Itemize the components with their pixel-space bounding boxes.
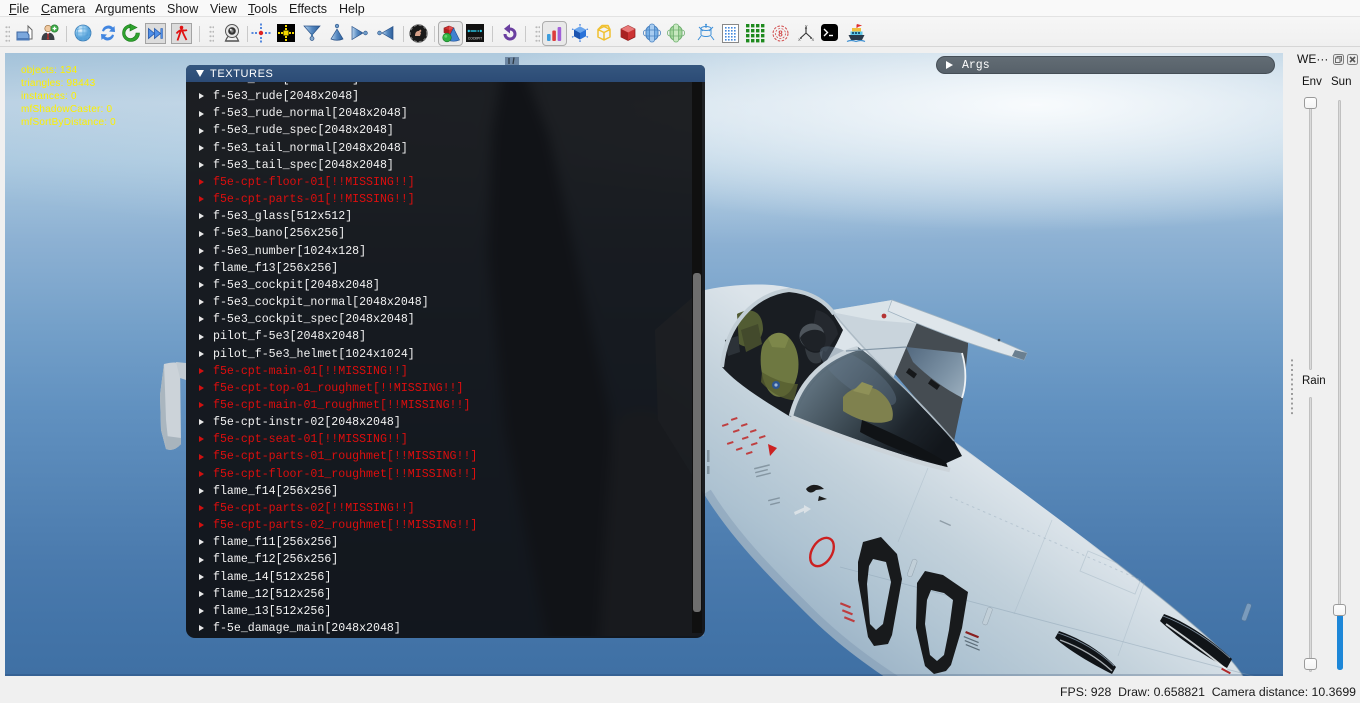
svg-text:X: X <box>812 37 815 42</box>
svg-text:X: X <box>798 37 801 42</box>
svg-text:COCKPIT: COCKPIT <box>468 37 482 41</box>
svg-text:Y: Y <box>805 24 808 29</box>
svg-text:8: 8 <box>778 30 783 39</box>
